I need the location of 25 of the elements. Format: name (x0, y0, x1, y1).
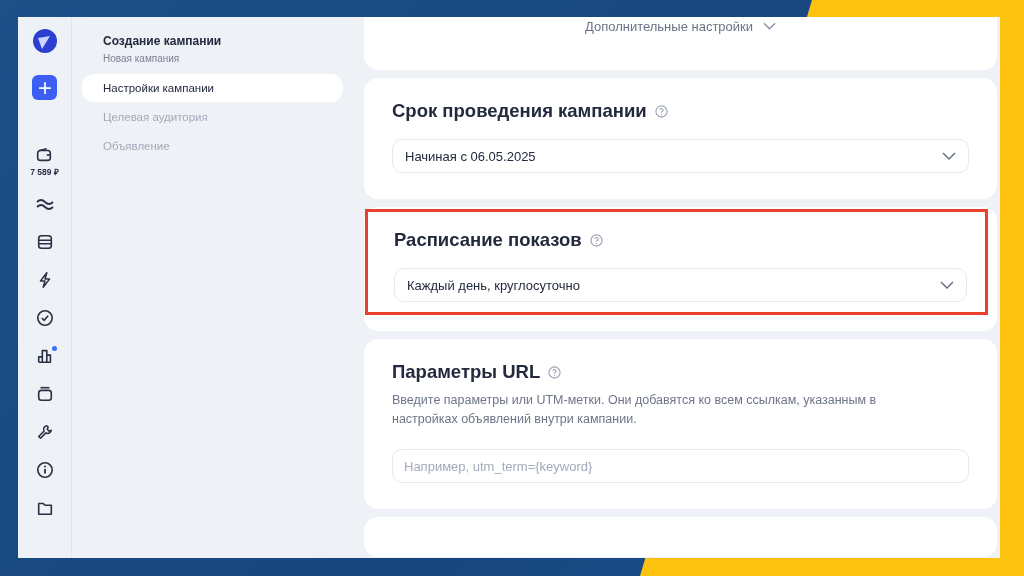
check-circle-icon[interactable] (35, 309, 54, 327)
database-icon[interactable] (35, 233, 54, 251)
page-subtitle: Новая кампания (102, 53, 181, 64)
section-description: Введите параметры или UTM-метки. Они добавятся ко всем ссылкам, указанным в настройках объявлений внутри кампании. (392, 392, 878, 428)
balance-amount: 7 589 ₽ (30, 166, 59, 177)
period-select[interactable]: Начиная с 06.05.2025 (392, 139, 969, 173)
page-title: Создание кампании (102, 34, 223, 48)
section-title: Срок проведения кампании (392, 100, 647, 122)
stack-icon[interactable] (35, 385, 54, 403)
bar-chart-icon[interactable] (35, 347, 54, 365)
plus-icon (37, 80, 52, 95)
logo-icon (32, 29, 57, 53)
create-button[interactable] (32, 75, 57, 100)
period-select[interactable]: Каждый день, круглосуточно (394, 268, 967, 302)
chevron-down-icon (942, 152, 956, 160)
nav-step[interactable]: Настройки кампании (82, 74, 343, 102)
wallet-icon[interactable] (35, 146, 54, 164)
info-icon[interactable] (35, 461, 54, 479)
chevron-down-icon (763, 22, 777, 30)
wrench-icon[interactable] (35, 423, 54, 441)
section-title: Расписание показов (394, 229, 582, 251)
section-title: Параметры URL (392, 361, 541, 383)
url-params-field[interactable]: Например, utm_term={keyword} (392, 449, 969, 483)
chevron-down-icon (940, 281, 954, 289)
more-settings-toggle[interactable]: Дополнительные настройки (584, 17, 777, 35)
